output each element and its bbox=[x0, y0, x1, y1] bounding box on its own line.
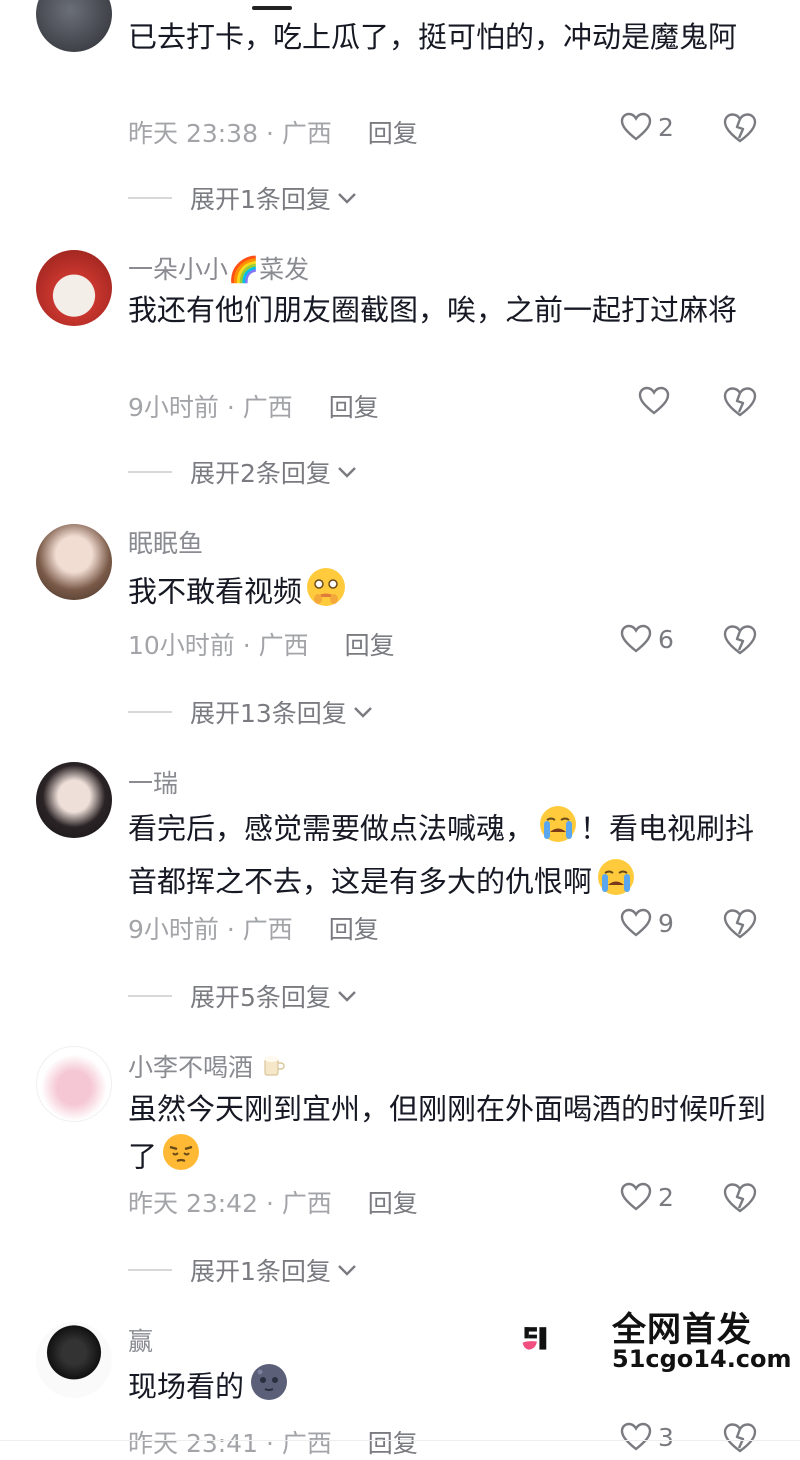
comment-time: 10小时前 · 广西 bbox=[128, 631, 309, 660]
expand-label: 展开1条回复 bbox=[190, 185, 331, 214]
avatar[interactable] bbox=[36, 1046, 112, 1122]
heart-icon bbox=[620, 1182, 652, 1211]
expand-label: 展开1条回复 bbox=[190, 1257, 331, 1286]
expand-replies-button[interactable]: 展开2条回复 bbox=[128, 454, 359, 490]
comment-meta: 10小时前 · 广西 回复 bbox=[128, 626, 395, 662]
like-button[interactable]: 6 bbox=[620, 624, 674, 654]
username[interactable]: 赢 bbox=[128, 1322, 153, 1358]
comment-text: 已去打卡，吃上瓜了，挺可怕的，冲动是魔鬼阿 bbox=[128, 20, 738, 54]
heart-icon bbox=[620, 624, 652, 653]
expand-replies-button[interactable]: 展开5条回复 bbox=[128, 978, 359, 1014]
avatar[interactable] bbox=[36, 0, 112, 52]
smirking-face-emoji-icon bbox=[159, 1132, 203, 1185]
comment-meta: 昨天 23:42 · 广西 回复 bbox=[128, 1184, 418, 1220]
avatar[interactable] bbox=[36, 524, 112, 600]
avatar[interactable] bbox=[36, 250, 112, 326]
dislike-heart-icon[interactable] bbox=[722, 112, 758, 144]
comment-meta: 昨天 23:41 · 广西 回复 bbox=[128, 1424, 418, 1460]
like-button[interactable]: 2 bbox=[620, 1182, 674, 1212]
expand-replies-button[interactable]: 展开13条回复 bbox=[128, 694, 375, 730]
loudly-crying-face-emoji-icon bbox=[594, 857, 638, 910]
comment-time: 9小时前 · 广西 bbox=[128, 915, 293, 944]
username[interactable]: 眠眠鱼 bbox=[128, 524, 203, 560]
reply-button[interactable]: 回复 bbox=[368, 1189, 418, 1218]
heart-icon bbox=[620, 908, 652, 937]
new-moon-face-emoji-icon bbox=[246, 1362, 292, 1415]
like-count: 9 bbox=[658, 908, 674, 938]
comment-time: 9小时前 · 广西 bbox=[128, 393, 293, 422]
comment-text-content: 看完后，感觉需要做点法喊魂， bbox=[128, 811, 535, 846]
reply-button[interactable]: 回复 bbox=[368, 1429, 418, 1458]
like-count: 2 bbox=[658, 1182, 674, 1212]
divider bbox=[128, 1269, 172, 1271]
dislike-heart-icon[interactable] bbox=[722, 908, 758, 940]
expand-replies-button[interactable]: 展开1条回复 bbox=[128, 180, 359, 216]
reply-button[interactable]: 回复 bbox=[368, 119, 418, 148]
loudly-crying-face-emoji-icon bbox=[536, 804, 580, 857]
dislike-heart-icon[interactable] bbox=[722, 386, 758, 418]
username-text: 小李不喝酒 bbox=[128, 1053, 254, 1082]
chevron-down-icon bbox=[338, 1265, 356, 1276]
dislike-heart-icon[interactable] bbox=[722, 624, 758, 656]
like-button[interactable]: 2 bbox=[620, 112, 674, 142]
divider bbox=[128, 711, 172, 713]
comment-meta: 9小时前 · 广西 回复 bbox=[128, 388, 379, 424]
crying-face-emoji-icon bbox=[304, 566, 348, 621]
expand-label: 展开2条回复 bbox=[190, 459, 331, 488]
reply-button[interactable]: 回复 bbox=[329, 393, 379, 422]
avatar[interactable] bbox=[36, 1322, 112, 1398]
expand-label: 展开13条回复 bbox=[190, 699, 347, 728]
like-count: 3 bbox=[658, 1422, 674, 1452]
dislike-heart-icon[interactable] bbox=[722, 1422, 758, 1454]
watermark-title: 全网首发 bbox=[612, 1310, 752, 1350]
divider bbox=[128, 197, 172, 199]
watermark-logo bbox=[522, 1327, 547, 1350]
like-button[interactable]: 9 bbox=[620, 908, 674, 938]
username[interactable]: 一朵小小🌈菜发 bbox=[128, 250, 309, 286]
comment-text: 我不敢看视频 bbox=[128, 566, 768, 621]
chevron-down-icon bbox=[353, 707, 372, 718]
top-indicator bbox=[252, 6, 292, 10]
like-count: 6 bbox=[658, 624, 674, 654]
heart-icon bbox=[620, 1422, 652, 1451]
comment-text: 看完后，感觉需要做点法喊魂， ！看电视刷抖音都挥之不去，这是有多大的仇恨啊 bbox=[128, 804, 768, 910]
expand-replies-button[interactable]: 展开1条回复 bbox=[128, 1252, 359, 1288]
username[interactable]: 一瑞 bbox=[128, 764, 178, 800]
like-count: 2 bbox=[658, 112, 674, 142]
chevron-down-icon bbox=[338, 991, 356, 1002]
divider bbox=[128, 471, 172, 473]
comment-meta: 9小时前 · 广西 回复 bbox=[128, 910, 379, 946]
avatar[interactable] bbox=[36, 762, 112, 838]
heart-icon bbox=[638, 386, 670, 415]
comment-text: 我还有他们朋友圈截图，唉，之前一起打过麻将 bbox=[128, 293, 738, 327]
expand-label: 展开5条回复 bbox=[190, 983, 331, 1012]
comment-time: 昨天 23:41 · 广西 bbox=[128, 1429, 332, 1458]
heart-icon bbox=[620, 112, 652, 141]
comment-meta: 昨天 23:38 · 广西 回复 bbox=[128, 114, 418, 150]
comment-text-content: 现场看的 bbox=[128, 1369, 245, 1404]
like-button[interactable] bbox=[638, 386, 676, 416]
username[interactable]: 小李不喝酒 bbox=[128, 1048, 287, 1085]
chevron-down-icon bbox=[338, 467, 356, 478]
chevron-down-icon bbox=[338, 193, 356, 204]
beer-mug-icon bbox=[261, 1053, 287, 1085]
comment-time: 昨天 23:42 · 广西 bbox=[128, 1189, 332, 1218]
comment-text-content: 虽然今天刚到宜州，但刚刚在外面喝酒的时候听到了 bbox=[128, 1092, 767, 1174]
comment-text-content: 我不敢看视频 bbox=[128, 574, 303, 609]
comment-text: 虽然今天刚到宜州，但刚刚在外面喝酒的时候听到了 bbox=[128, 1086, 768, 1185]
watermark-url: 51cgo14.com bbox=[612, 1345, 792, 1373]
reply-button[interactable]: 回复 bbox=[345, 631, 395, 660]
dislike-heart-icon[interactable] bbox=[722, 1182, 758, 1214]
reply-button[interactable]: 回复 bbox=[329, 915, 379, 944]
comment-time: 昨天 23:38 · 广西 bbox=[128, 119, 332, 148]
divider bbox=[128, 995, 172, 997]
divider bbox=[0, 1440, 800, 1441]
like-button[interactable]: 3 bbox=[620, 1422, 674, 1452]
